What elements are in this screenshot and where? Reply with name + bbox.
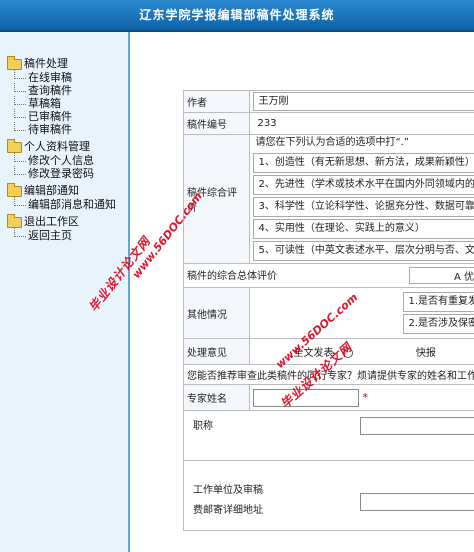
eval-label: 稿件综合评价 xyxy=(182,134,251,264)
eval-prompt: 请您在下列认为合适的选项中打“.” xyxy=(255,137,409,148)
expert-name-label: 专家姓名 xyxy=(182,384,251,411)
other-duplicate[interactable]: 1.是否有重复发 xyxy=(403,292,474,312)
number-label: 稿件编号 xyxy=(182,112,251,135)
nav-group-exit[interactable]: 退出工作区 xyxy=(3,214,116,229)
expert-name-input[interactable] xyxy=(253,388,360,407)
sidebar: 稿件处理 在线审稿 查询稿件 草稿箱 已审稿件 待审稿件 个人资料管理 修改个人… xyxy=(0,32,130,552)
eval-option-scientific[interactable]: 3、科学性（立论科学性、论据充分性、数据可靠 xyxy=(253,197,474,217)
radio-full-publish[interactable] xyxy=(342,348,353,358)
author-value: 王万刚 xyxy=(253,92,474,111)
recommend-text: 您能否推荐审查此类稿件的同行专家？烦请提供专家的姓名和工作 xyxy=(183,364,474,385)
folder-icon xyxy=(7,56,22,70)
opinion-full-publish[interactable]: 全文发表 xyxy=(293,348,333,359)
nav-group-notices[interactable]: 编辑部通知 xyxy=(3,183,116,198)
opinion-label: 处理意见 xyxy=(182,338,251,365)
nav-group-profile[interactable]: 个人资料管理 xyxy=(3,139,116,154)
overall-select[interactable]: A 优 xyxy=(409,267,474,284)
nav-tree: 稿件处理 在线审稿 查询稿件 草稿箱 已审稿件 待审稿件 个人资料管理 修改个人… xyxy=(3,56,116,242)
nav-item-change-password[interactable]: 修改登录密码 xyxy=(3,166,116,180)
opinion-express[interactable]: 快报 xyxy=(416,348,436,359)
eval-option-creativity[interactable]: 1、创造性（有无新思想、新方法，成果新颖性） xyxy=(253,153,474,173)
other-label: 其他情况 xyxy=(182,287,251,339)
other-confidential[interactable]: 2.是否涉及保密 xyxy=(403,314,474,334)
app-title: 辽东学院学报编辑部稿件处理系统 xyxy=(139,8,335,22)
number-value: 233 xyxy=(253,115,474,132)
title-input[interactable] xyxy=(360,417,474,435)
folder-icon xyxy=(7,183,22,197)
folder-icon xyxy=(7,214,22,228)
review-form: 作者 王万刚 稿件编号 233 稿件综合评价 请您在下列认为合适的选项中打“.”… xyxy=(182,90,474,531)
required-mark: * xyxy=(362,390,368,404)
app-header: 辽东学院学报编辑部稿件处理系统 xyxy=(0,0,474,32)
nav-item-messages[interactable]: 编辑部消息和通知 xyxy=(3,197,116,211)
eval-option-readability[interactable]: 5、可读性（中英文表述水平、层次分明与否、文 xyxy=(253,241,474,261)
nav-item-home[interactable]: 返回主页 xyxy=(3,228,116,242)
address-input[interactable] xyxy=(360,493,474,511)
author-label: 作者 xyxy=(182,90,251,113)
main-content: 作者 王万刚 稿件编号 233 稿件综合评价 请您在下列认为合适的选项中打“.”… xyxy=(130,32,474,552)
nav-group-manuscripts[interactable]: 稿件处理 xyxy=(3,56,116,71)
overall-label: 稿件的综合总体评价 xyxy=(187,271,277,282)
eval-option-advancement[interactable]: 2、先进性（学术或技术水平在国内外同领域内的 xyxy=(253,175,474,195)
folder-icon xyxy=(7,139,22,153)
title-label: 职称 xyxy=(193,421,213,432)
eval-option-practical[interactable]: 4、实用性（在理论、实践上的意义） xyxy=(253,219,474,239)
nav-item-pending[interactable]: 待审稿件 xyxy=(3,122,116,136)
